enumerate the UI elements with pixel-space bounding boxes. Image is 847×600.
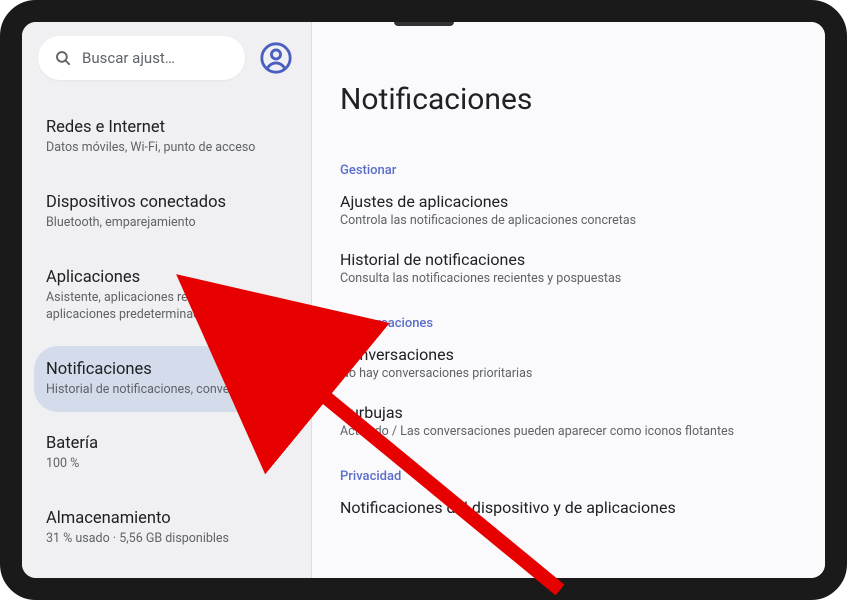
search-row: Buscar ajust… [34, 36, 299, 80]
tablet-notch [394, 20, 454, 26]
section-header-manage: Gestionar [340, 163, 797, 178]
sidebar-item-title: Redes e Internet [46, 118, 287, 137]
sidebar-item-subtitle: Datos móviles, Wi-Fi, punto de acceso [46, 140, 287, 157]
person-icon [259, 41, 293, 75]
profile-avatar[interactable] [257, 39, 295, 77]
setting-subtitle: No hay conversaciones prioritarias [340, 366, 797, 381]
setting-conversations[interactable]: Conversaciones No hay conversaciones pri… [340, 345, 797, 381]
setting-subtitle: Consulta las notificaciones recientes y … [340, 271, 797, 286]
setting-bubbles[interactable]: Burbujas Activado / Las conversaciones p… [340, 403, 797, 439]
setting-notification-history[interactable]: Historial de notificaciones Consulta las… [340, 250, 797, 286]
search-placeholder: Buscar ajust… [82, 49, 175, 67]
sidebar-item-title: Almacenamiento [46, 509, 287, 528]
search-icon [54, 49, 72, 67]
sidebar-item-network[interactable]: Redes e Internet Datos móviles, Wi-Fi, p… [34, 104, 299, 171]
sidebar-item-title: Aplicaciones [46, 268, 287, 287]
section-header-conversations: Conversaciones [340, 316, 797, 331]
sidebar-item-title: Dispositivos conectados [46, 193, 287, 212]
setting-title: Notificaciones del dispositivo y de apli… [340, 498, 797, 517]
section-header-privacy: Privacidad [340, 469, 797, 484]
setting-app-settings[interactable]: Ajustes de aplicaciones Controla las not… [340, 192, 797, 228]
sidebar-item-subtitle: 31 % usado · 5,56 GB disponibles [46, 531, 287, 548]
setting-subtitle: Activado / Las conversaciones pueden apa… [340, 424, 797, 439]
main-content: Notificaciones Gestionar Ajustes de apli… [312, 22, 825, 578]
sidebar-item-subtitle: Bluetooth, emparejamiento [46, 215, 287, 232]
sidebar-item-sound[interactable]: Sonido y vibración Volumen, vibración al… [34, 570, 299, 578]
sidebar: Buscar ajust… Redes e Internet Datos móv… [22, 22, 312, 578]
sidebar-item-title: Notificaciones [46, 360, 287, 379]
screen: Buscar ajust… Redes e Internet Datos móv… [22, 22, 825, 578]
setting-title: Ajustes de aplicaciones [340, 192, 797, 211]
tablet-frame: Buscar ajust… Redes e Internet Datos móv… [0, 0, 847, 600]
setting-title: Conversaciones [340, 345, 797, 364]
sidebar-item-notifications[interactable]: Notificaciones Historial de notificacion… [34, 346, 299, 413]
sidebar-item-subtitle: Asistente, aplicaciones recientes, aplic… [46, 290, 287, 324]
setting-device-app-notifications[interactable]: Notificaciones del dispositivo y de apli… [340, 498, 797, 517]
sidebar-item-subtitle: Historial de notificaciones, conversacio… [46, 382, 287, 399]
setting-subtitle: Controla las notificaciones de aplicacio… [340, 213, 797, 228]
sidebar-item-subtitle: 100 % [46, 456, 287, 473]
sidebar-item-title: Batería [46, 434, 287, 453]
sidebar-item-battery[interactable]: Batería 100 % [34, 420, 299, 487]
page-title: Notificaciones [340, 82, 797, 117]
sidebar-item-connected-devices[interactable]: Dispositivos conectados Bluetooth, empar… [34, 179, 299, 246]
search-input[interactable]: Buscar ajust… [38, 36, 245, 80]
setting-title: Historial de notificaciones [340, 250, 797, 269]
sidebar-item-storage[interactable]: Almacenamiento 31 % usado · 5,56 GB disp… [34, 495, 299, 562]
setting-title: Burbujas [340, 403, 797, 422]
sidebar-item-apps[interactable]: Aplicaciones Asistente, aplicaciones rec… [34, 254, 299, 338]
